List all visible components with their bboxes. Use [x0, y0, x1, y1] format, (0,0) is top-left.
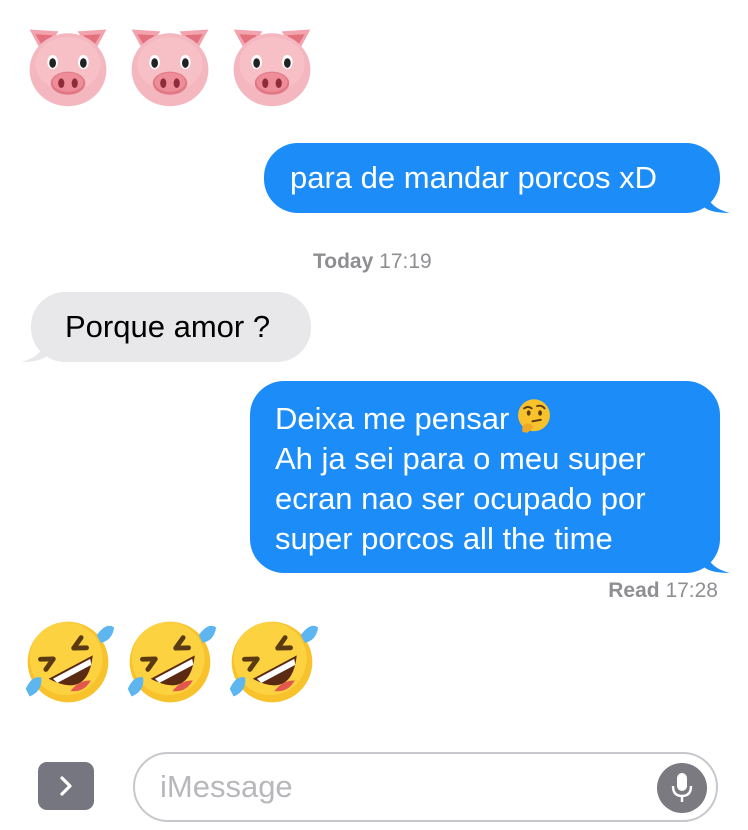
pig-face-emoji-icon [122, 16, 218, 112]
bubble-tail [21, 334, 47, 362]
sent-message-bubble[interactable]: Deixa me pensar Ah ja sei para o meu sup… [250, 381, 720, 573]
laughing-emoji-message[interactable] [20, 614, 320, 710]
apps-expand-button[interactable] [38, 762, 94, 810]
timestamp: Today 17:19 [313, 250, 432, 274]
microphone-icon [671, 773, 693, 802]
rolling-on-the-floor-laughing-emoji-icon [224, 614, 320, 710]
pig-emoji-message[interactable] [20, 16, 320, 112]
thinking-face-emoji-icon [515, 397, 553, 435]
read-receipt: Read 17:28 [608, 579, 718, 603]
dictation-button[interactable] [657, 763, 707, 813]
sent-message-line: super porcos all the time [275, 521, 613, 556]
imessage-placeholder: iMessage [160, 769, 293, 804]
sent-message-text: para de mandar porcos xD [290, 160, 658, 195]
rolling-on-the-floor-laughing-emoji-icon [20, 614, 116, 710]
read-receipt-label: Read [608, 579, 660, 602]
sent-message-bubble[interactable]: para de mandar porcos xD [264, 143, 720, 213]
pig-face-emoji-icon [224, 16, 320, 112]
timestamp-day: Today [313, 250, 374, 273]
message-thread: para de mandar porcos xD Today 17:19 Por… [0, 0, 748, 830]
imessage-input[interactable]: iMessage [133, 752, 718, 822]
timestamp-time: 17:19 [379, 250, 432, 273]
chevron-right-icon [60, 776, 72, 796]
bubble-tail [704, 185, 730, 213]
received-message-text: Porque amor ? [65, 309, 271, 344]
bubble-tail [704, 545, 730, 573]
read-receipt-time: 17:28 [665, 579, 718, 602]
sent-message-line: ecran nao ser ocupado por [275, 481, 646, 516]
sent-message-line: Deixa me pensar [275, 397, 700, 439]
rolling-on-the-floor-laughing-emoji-icon [122, 614, 218, 710]
sent-message-line-text: Deixa me pensar [275, 401, 510, 436]
sent-message-line: Ah ja sei para o meu super [275, 441, 646, 476]
pig-face-emoji-icon [20, 16, 116, 112]
received-message-bubble[interactable]: Porque amor ? [31, 292, 311, 362]
